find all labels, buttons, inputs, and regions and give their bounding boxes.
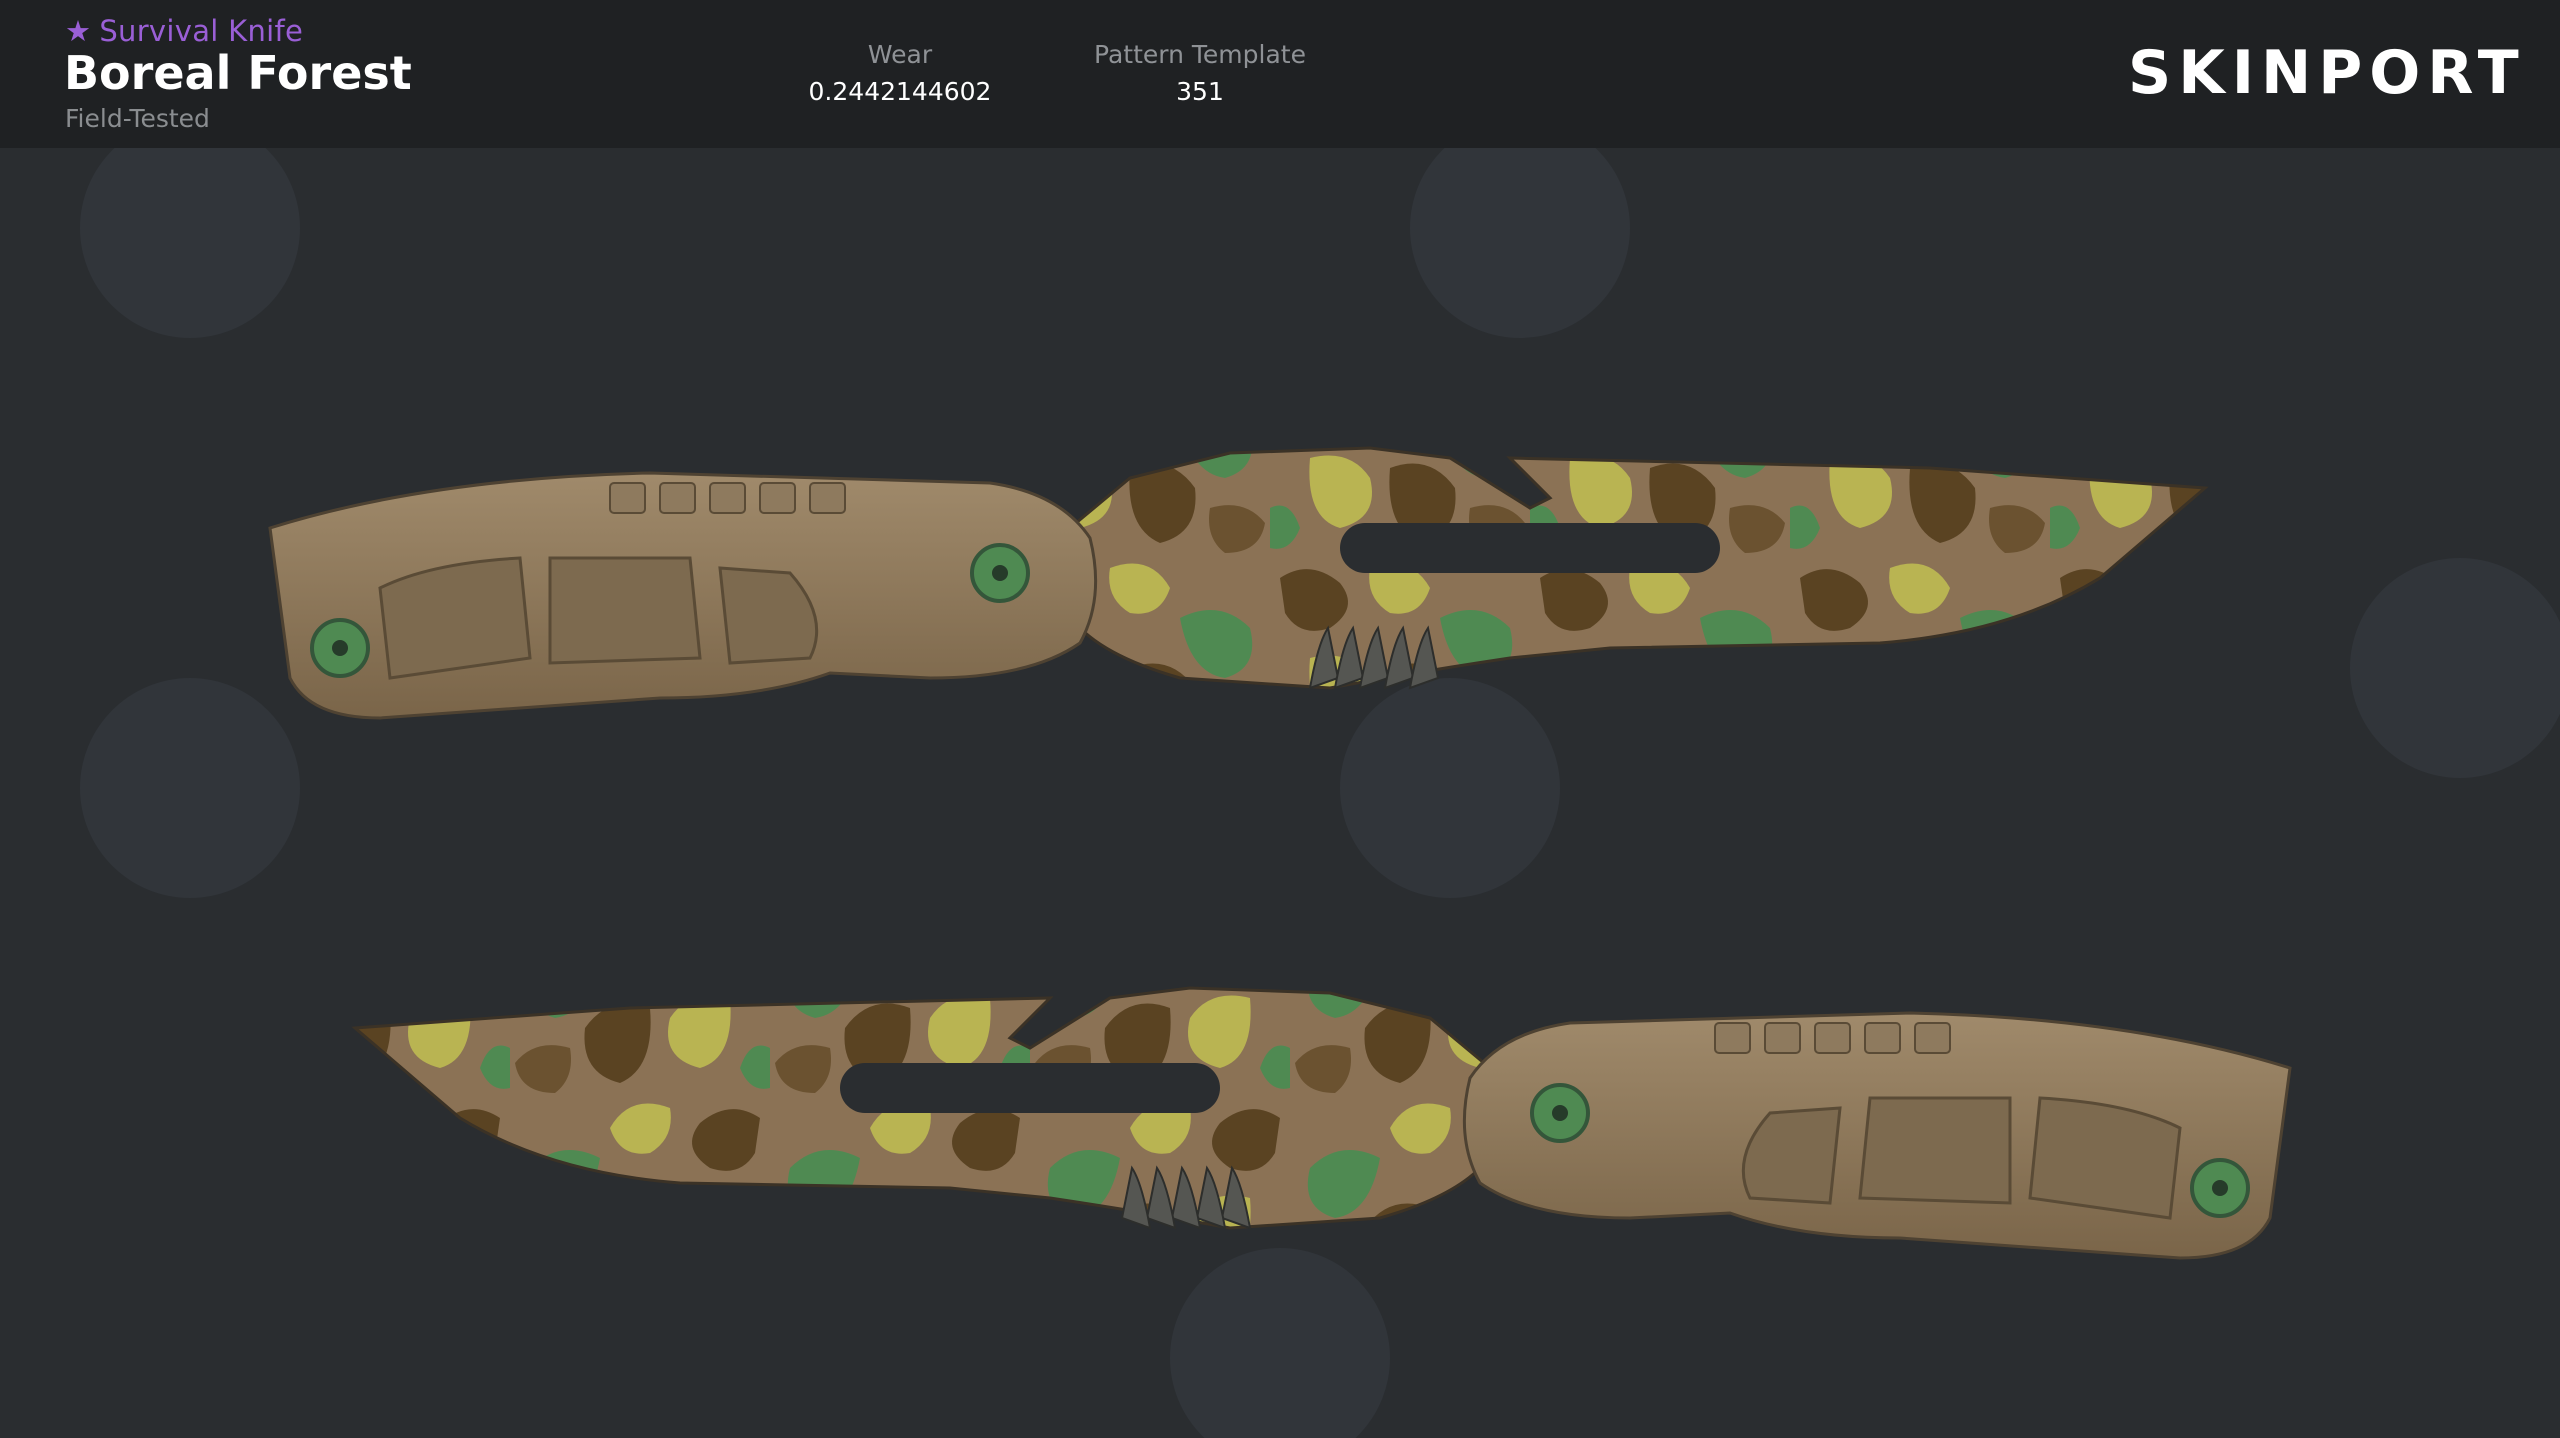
item-type-label: Survival Knife [99, 14, 304, 48]
item-preview [0, 148, 2560, 1438]
item-header: ★ Survival Knife Boreal Forest Field-Test… [0, 0, 2560, 148]
item-type: ★ Survival Knife [65, 14, 303, 48]
exterior-label: Field-Tested [65, 104, 210, 133]
wear-stat: Wear 0.2442144602 [800, 40, 1000, 106]
wear-label: Wear [867, 40, 933, 69]
wear-value: 0.2442144602 [808, 77, 992, 106]
skin-name: Boreal Forest [64, 46, 412, 100]
preview-canvas [80, 148, 2560, 1438]
skinport-logo[interactable]: SKINPORT [2128, 38, 2526, 108]
knife-image-right-facing [268, 446, 2207, 720]
knife-image-left-facing [353, 986, 2292, 1260]
star-icon: ★ [65, 14, 92, 48]
pattern-value: 351 [1176, 77, 1224, 106]
pattern-label: Pattern Template [1094, 40, 1306, 69]
pattern-stat: Pattern Template 351 [1075, 40, 1325, 106]
